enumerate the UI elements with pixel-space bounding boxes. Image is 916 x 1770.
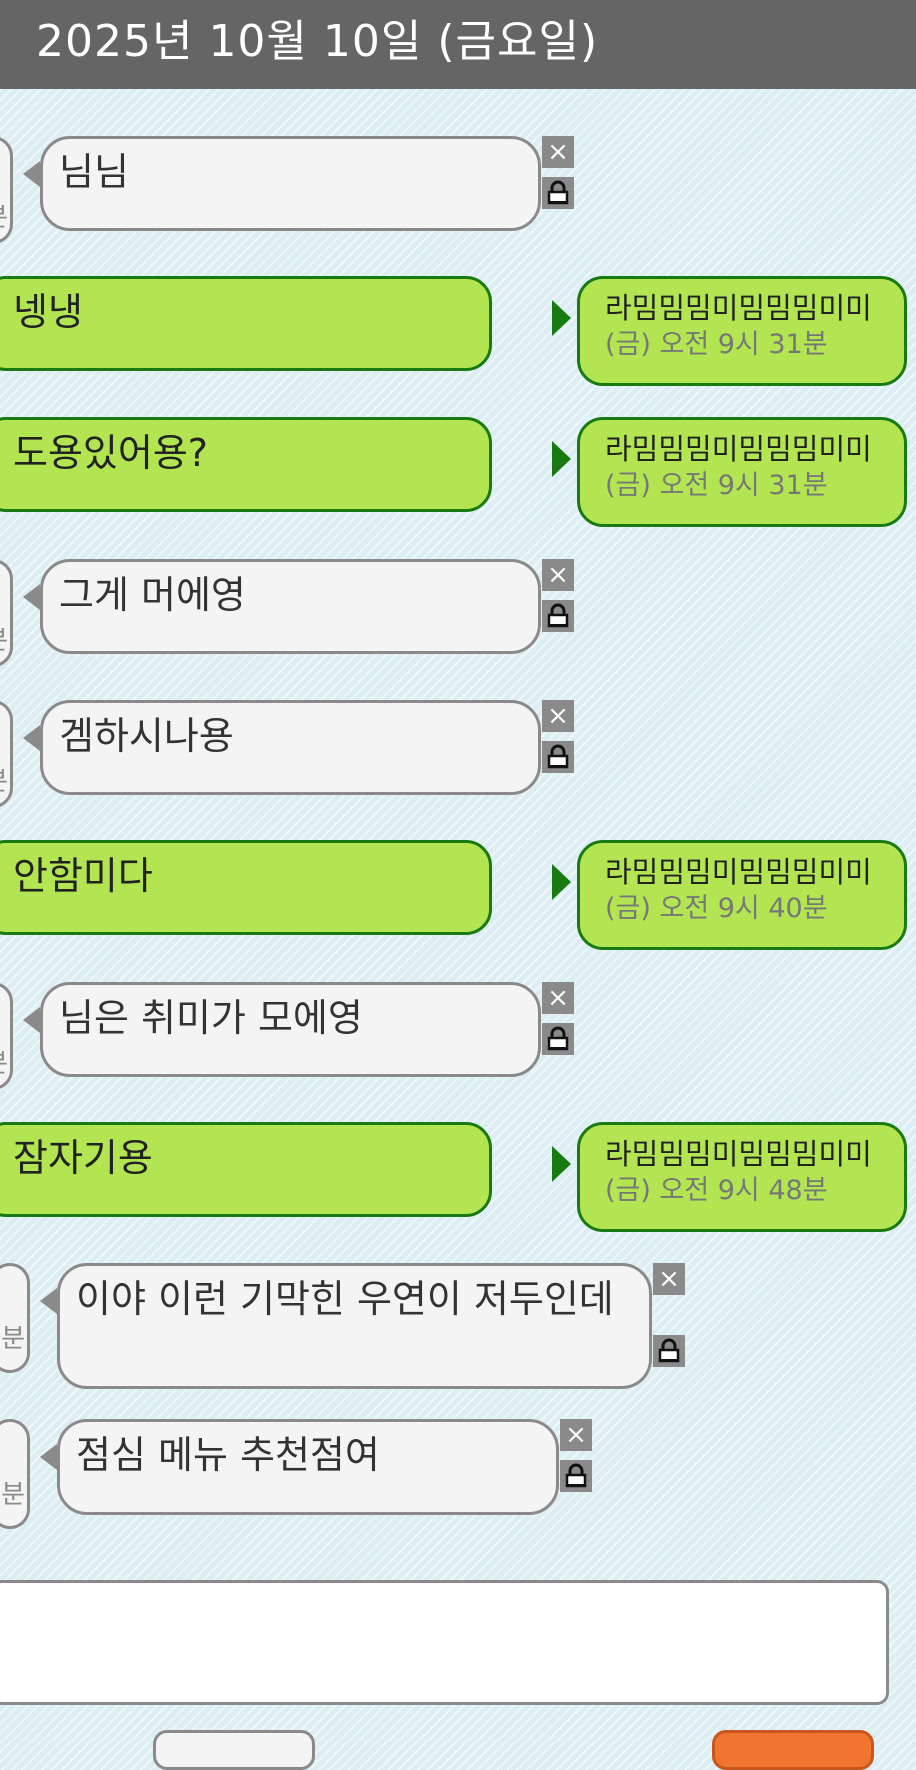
message-timestamp: (금) 오전 9시 31분 <box>605 470 828 501</box>
lock-message-button[interactable] <box>542 600 574 632</box>
incoming-message[interactable]: 님은 취미가 모에영 <box>40 982 541 1077</box>
incoming-message[interactable]: 님님 <box>40 136 541 231</box>
send-button[interactable] <box>712 1730 874 1770</box>
message-text: 점심 메뉴 추천점여 <box>76 1433 380 1477</box>
attach-button[interactable] <box>153 1730 315 1770</box>
close-icon: × <box>565 1420 587 1450</box>
message-meta: 라밈밈밈미밈밈밈미미 (금) 오전 9시 31분 <box>577 276 907 386</box>
message-meta: 라밈밈밈미밈밈밈미미 (금) 오전 9시 31분 <box>577 417 907 527</box>
sender-name: 라밈밈밈미밈밈밈미미 <box>605 855 872 889</box>
sender-stub: 분 <box>0 700 13 808</box>
close-icon: × <box>547 137 569 167</box>
message-text: 님은 취미가 모에영 <box>59 996 363 1040</box>
message-text: 도용있어용? <box>13 431 208 475</box>
message-text: 이야 이런 기막힌 우연이 저두인데 <box>76 1277 614 1321</box>
incoming-message[interactable]: 이야 이런 기막힌 우연이 저두인데 <box>57 1263 652 1389</box>
meta-pointer <box>552 300 571 336</box>
delete-message-button[interactable]: × <box>542 559 574 591</box>
meta-pointer <box>552 1146 571 1182</box>
lock-message-button[interactable] <box>542 741 574 773</box>
outgoing-message[interactable]: 잠자기용 <box>0 1122 492 1217</box>
bubble-tail <box>23 725 40 751</box>
meta-pointer <box>552 864 571 900</box>
delete-message-button[interactable]: × <box>542 982 574 1014</box>
sender-stub: 분 <box>0 136 13 244</box>
lock-message-button[interactable] <box>653 1335 685 1367</box>
sender-stub: 분 <box>0 1419 30 1529</box>
bubble-tail <box>40 1444 57 1470</box>
outgoing-message[interactable]: 도용있어용? <box>0 417 492 512</box>
sender-stub-text: 분 <box>0 620 8 657</box>
sender-stub-text: 분 <box>0 197 8 234</box>
sender-stub-text: 분 <box>1 1480 25 1510</box>
message-meta: 라밈밈밈미밈밈밈미미 (금) 오전 9시 48분 <box>577 1122 907 1232</box>
incoming-message[interactable]: 점심 메뉴 추천점여 <box>57 1419 559 1515</box>
delete-message-button[interactable]: × <box>653 1263 685 1295</box>
message-text: 님님 <box>59 150 129 194</box>
message-timestamp: (금) 오전 9시 48분 <box>605 1175 828 1206</box>
message-text: 안함미다 <box>13 854 153 898</box>
sender-stub: 분 <box>0 559 13 667</box>
incoming-message[interactable]: 겜하시나용 <box>40 700 541 795</box>
lock-icon <box>658 1338 680 1363</box>
meta-pointer <box>552 441 571 477</box>
message-timestamp: (금) 오전 9시 31분 <box>605 329 828 360</box>
incoming-message[interactable]: 그게 머에영 <box>40 559 541 654</box>
bubble-tail <box>23 1007 40 1033</box>
sender-name: 라밈밈밈미밈밈밈미미 <box>605 432 872 466</box>
message-input[interactable] <box>0 1580 889 1705</box>
lock-icon <box>565 1463 587 1488</box>
lock-icon <box>547 1026 569 1051</box>
lock-message-button[interactable] <box>542 177 574 209</box>
lock-icon <box>547 744 569 769</box>
message-meta: 라밈밈밈미밈밈밈미미 (금) 오전 9시 40분 <box>577 840 907 950</box>
sender-stub-text: 분 <box>1 1324 25 1354</box>
sender-stub-text: 분 <box>0 761 8 798</box>
delete-message-button[interactable]: × <box>542 136 574 168</box>
message-text: 그게 머에영 <box>59 573 246 617</box>
lock-message-button[interactable] <box>560 1460 592 1492</box>
close-icon: × <box>547 983 569 1013</box>
sender-stub: 분 <box>0 1263 30 1373</box>
delete-message-button[interactable]: × <box>560 1419 592 1451</box>
outgoing-message[interactable]: 안함미다 <box>0 840 492 935</box>
close-icon: × <box>547 701 569 731</box>
sender-name: 라밈밈밈미밈밈밈미미 <box>605 291 872 325</box>
lock-message-button[interactable] <box>542 1023 574 1055</box>
date-header: 2025년 10월 10일 (금요일) <box>0 0 916 89</box>
message-text: 겜하시나용 <box>59 714 234 758</box>
date-label: 2025년 10월 10일 (금요일) <box>36 16 599 67</box>
outgoing-message[interactable]: 넹냉 <box>0 276 492 371</box>
bubble-tail <box>23 161 40 187</box>
lock-icon <box>547 180 569 205</box>
bubble-tail <box>23 584 40 610</box>
message-timestamp: (금) 오전 9시 40분 <box>605 893 828 924</box>
sender-name: 라밈밈밈미밈밈밈미미 <box>605 1137 872 1171</box>
message-text: 넹냉 <box>13 290 83 334</box>
close-icon: × <box>658 1264 680 1294</box>
sender-stub-text: 분 <box>0 1043 8 1080</box>
lock-icon <box>547 603 569 628</box>
close-icon: × <box>547 560 569 590</box>
bubble-tail <box>40 1288 57 1314</box>
sender-stub: 분 <box>0 982 13 1090</box>
delete-message-button[interactable]: × <box>542 700 574 732</box>
message-text: 잠자기용 <box>13 1136 153 1180</box>
